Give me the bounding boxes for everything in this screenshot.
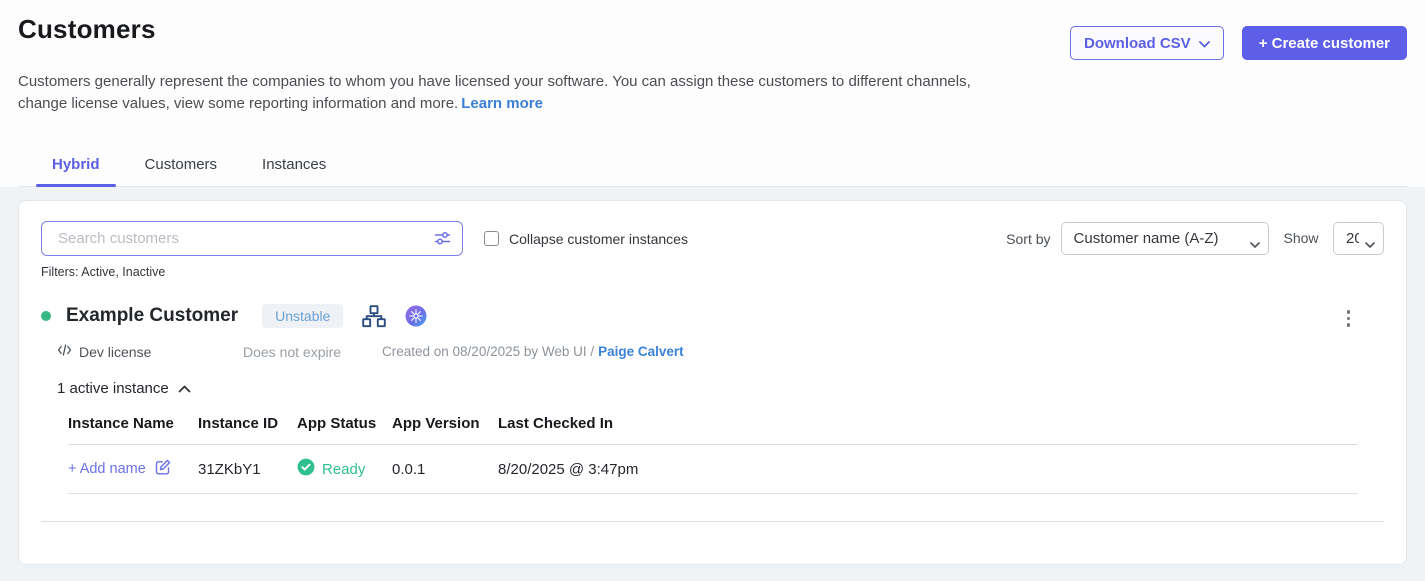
header-actions: Download CSV + Create customer [1070, 26, 1407, 60]
instances-table-header: Instance Name Instance ID App Status App… [68, 415, 1358, 445]
sitemap-icon [362, 305, 386, 328]
show-wrap: Show 20 [1284, 222, 1384, 255]
collapse-instances-control: Collapse customer instances [484, 231, 688, 247]
instances-table: Instance Name Instance ID App Status App… [68, 415, 1358, 494]
col-app-version: App Version [392, 415, 498, 432]
license-type-label: Dev license [79, 344, 151, 360]
col-app-status: App Status [297, 415, 392, 432]
app-status: Ready [297, 458, 365, 480]
filter-sliders-icon[interactable] [433, 229, 452, 253]
app-status-label: Ready [322, 461, 365, 478]
check-circle-icon [297, 458, 315, 480]
kubernetes-icon [405, 305, 427, 327]
sort-select-wrap: Customer name (A-Z) [1061, 222, 1269, 255]
customer-menu-kebab-icon[interactable] [1343, 306, 1355, 331]
sort-by-label: Sort by [1006, 231, 1050, 247]
search-wrap [41, 221, 463, 256]
show-label: Show [1284, 230, 1319, 246]
chevron-down-icon [1199, 35, 1210, 52]
toolbar: Collapse customer instances Sort by Cust… [41, 221, 1384, 256]
add-name-label: + Add name [68, 461, 146, 477]
edit-icon [154, 458, 172, 480]
table-row: + Add name 31ZKbY1 [68, 445, 1358, 494]
tab-instances[interactable]: Instances [246, 146, 342, 186]
customer-row-header: Example Customer Unstable [41, 304, 1384, 328]
page-header: Customers Download CSV + Create customer… [0, 0, 1425, 187]
search-input[interactable] [41, 221, 463, 256]
page-description: Customers generally represent the compan… [18, 71, 983, 115]
collapse-instances-checkbox[interactable] [484, 231, 499, 246]
active-status-dot [41, 311, 51, 321]
last-checked-in: 8/20/2025 @ 3:47pm [498, 461, 1358, 478]
download-csv-label: Download CSV [1084, 35, 1191, 52]
learn-more-link[interactable]: Learn more [461, 95, 543, 112]
customer-name[interactable]: Example Customer [66, 305, 238, 327]
instances-summary-toggle[interactable]: 1 active instance [57, 380, 191, 397]
content-area: Collapse customer instances Sort by Cust… [0, 187, 1425, 581]
created-by-link[interactable]: Paige Calvert [598, 344, 684, 359]
license-expiry: Does not expire [243, 344, 382, 360]
section-divider [41, 521, 1384, 522]
filters-note: Filters: Active, Inactive [41, 265, 1384, 279]
page-title: Customers [18, 14, 156, 45]
show-select[interactable]: 20 [1333, 222, 1384, 255]
license-row: Dev license Does not expire Created on 0… [41, 343, 1384, 360]
created-text: Created on 08/20/2025 by Web UI / [382, 344, 594, 359]
code-icon [57, 343, 72, 360]
col-last-checked-in: Last Checked In [498, 415, 1358, 432]
col-instance-id: Instance ID [198, 415, 297, 432]
collapse-instances-label: Collapse customer instances [509, 231, 688, 247]
tab-customers[interactable]: Customers [129, 146, 234, 186]
chevron-up-icon [178, 380, 191, 397]
customers-card: Collapse customer instances Sort by Cust… [18, 200, 1407, 565]
channel-badge: Unstable [262, 304, 343, 328]
create-customer-button[interactable]: + Create customer [1242, 26, 1407, 60]
app-version: 0.0.1 [392, 461, 498, 478]
instance-id: 31ZKbY1 [198, 461, 297, 478]
download-csv-button[interactable]: Download CSV [1070, 26, 1224, 60]
sort-select[interactable]: Customer name (A-Z) [1061, 222, 1269, 255]
license-type: Dev license [57, 343, 243, 360]
show-select-wrap: 20 [1333, 222, 1384, 255]
tab-hybrid[interactable]: Hybrid [36, 146, 116, 186]
col-instance-name: Instance Name [68, 415, 198, 432]
instances-summary-label: 1 active instance [57, 380, 169, 397]
tab-bar: Hybrid Customers Instances [18, 146, 1407, 187]
add-name-link[interactable]: + Add name [68, 458, 172, 480]
